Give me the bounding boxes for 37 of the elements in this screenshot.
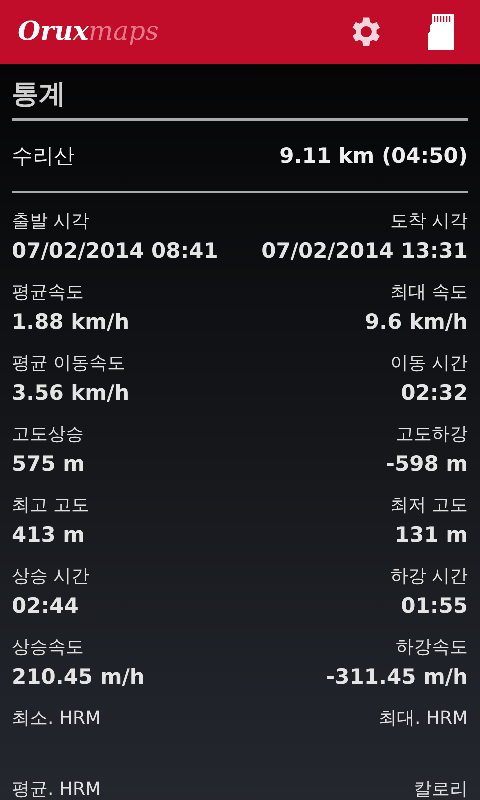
stat-label: 최소. HRM xyxy=(12,707,102,731)
stat-label: 상승속도 xyxy=(12,636,84,660)
stat-value: 07/02/2014 08:41 xyxy=(12,238,218,265)
stat-value: 9.6 km/h xyxy=(365,309,468,336)
stat-value: -598 m xyxy=(386,451,468,478)
stat-label: 고도하강 xyxy=(396,423,468,447)
stat-label: 최저 고도 xyxy=(390,494,468,518)
stat-label: 평균속도 xyxy=(12,281,84,305)
stat-label: 최고 고도 xyxy=(12,494,90,518)
stat-label: 칼로리 xyxy=(414,778,468,800)
stat-label: 최대 속도 xyxy=(390,281,468,305)
stat-label: 최대. HRM xyxy=(378,707,468,731)
track-name: 수리산 xyxy=(12,143,75,170)
stat-value: 210.45 m/h xyxy=(12,664,145,691)
stat-value: 575 m xyxy=(12,451,86,478)
stat-label: 이동 시간 xyxy=(390,352,468,376)
stat-label: 하강 시간 xyxy=(390,565,468,589)
sd-card-icon[interactable] xyxy=(428,14,454,50)
stat-value: 02:32 xyxy=(401,380,468,407)
stat-label: 평균. HRM xyxy=(12,778,102,800)
stat-value: 07/02/2014 13:31 xyxy=(262,238,468,265)
stat-value: -311.45 m/h xyxy=(326,664,468,691)
track-summary: 9.11 km (04:50) xyxy=(280,144,468,168)
app-logo: Oruxmaps xyxy=(18,17,159,47)
stat-label: 상승 시간 xyxy=(12,565,90,589)
stat-value: 01:55 xyxy=(401,593,468,620)
stat-value: 02:44 xyxy=(12,593,79,620)
stat-value: 131 m xyxy=(394,522,468,549)
stat-label: 도착 시각 xyxy=(390,210,468,234)
stat-label: 고도상승 xyxy=(12,423,84,447)
stat-value: 413 m xyxy=(12,522,86,549)
stat-label: 출발 시각 xyxy=(12,210,90,234)
stat-label: 하강속도 xyxy=(396,636,468,660)
section-title: 통계 xyxy=(12,78,67,112)
stat-value: 3.56 km/h xyxy=(12,380,130,407)
stat-value: 1.88 km/h xyxy=(12,309,130,336)
stat-label: 평균 이동속도 xyxy=(12,352,126,376)
